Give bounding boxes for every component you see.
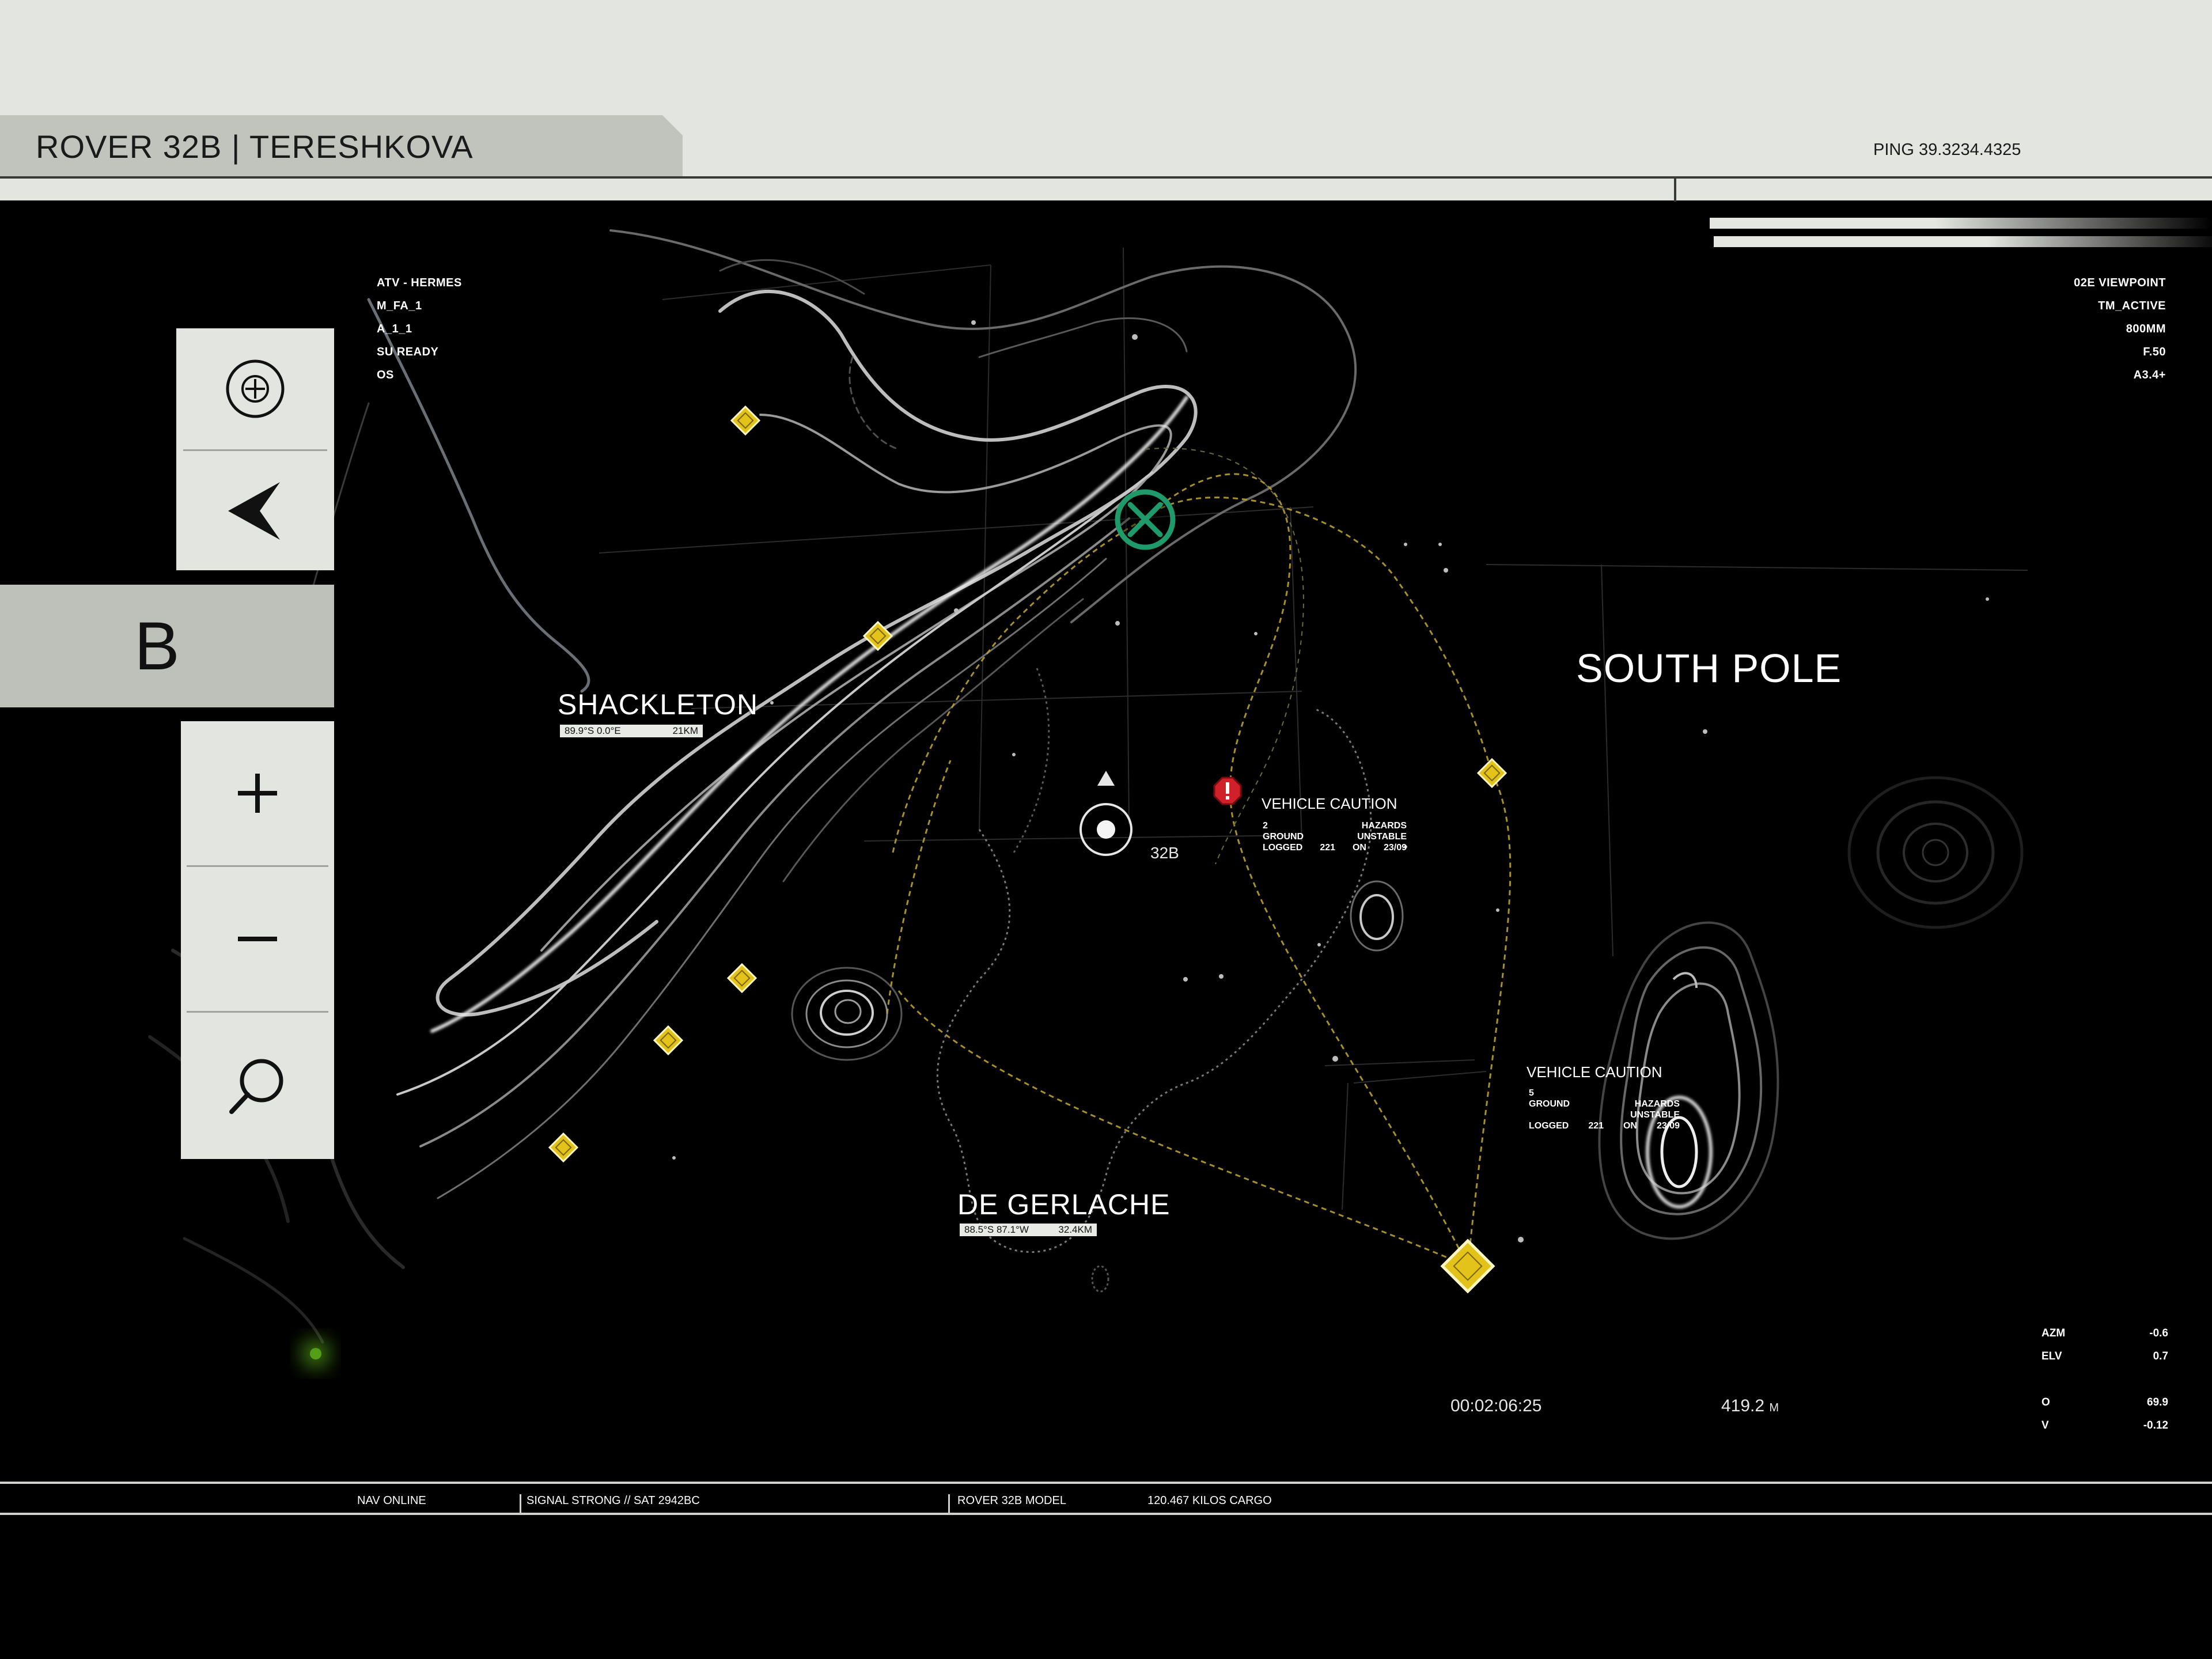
south-pole-crater [1598, 776, 2024, 1240]
caution-details: 2 HAZARDS GROUND UNSTABLE LOGGED 221 ON 23/09 [1263, 820, 1407, 853]
status-item: TM_ACTIVE [2098, 300, 2166, 312]
ping-readout: PING 39.3234.4325 [1873, 141, 2021, 159]
telemetry-value: 0.7 [2153, 1350, 2168, 1362]
place-coord-shackleton: 89.9°S 0.0°E 21KM [560, 725, 703, 737]
caution-cell: 2 [1263, 821, 1268, 831]
caution-details: 5 GROUND HAZARDS UNSTABLE LOGGED 221 ON 23/0… [1529, 1088, 1680, 1131]
gradient-bar-2 [1714, 236, 2212, 247]
search-button[interactable] [181, 1013, 334, 1159]
status-item: 02E VIEWPOINT [2074, 276, 2166, 289]
caution-title: VEHICLE CAUTION [1527, 1063, 1662, 1081]
header-divider-tick [1674, 176, 1676, 202]
coord-value: 88.5°S 87.1°W [964, 1224, 1029, 1235]
locate-button[interactable] [176, 328, 334, 449]
distance-unit: M [1769, 1402, 1779, 1414]
status-item: 800MM [2126, 323, 2166, 335]
footer-line-bottom [0, 1513, 2212, 1515]
status-item: ATV - HERMES [377, 276, 462, 289]
status-item: OS [377, 369, 394, 381]
distance-readout: 419.2 M [1721, 1396, 1779, 1416]
telemetry-label: ELV [2041, 1350, 2062, 1362]
chevron-left-icon [228, 482, 280, 540]
caution-cell: 221 [1320, 843, 1336, 853]
target-marker[interactable] [1115, 489, 1176, 550]
rover-marker[interactable] [1080, 771, 1132, 856]
top-header: ROVER 32B | TERESHKOVA PING 39.3234.4325 [0, 0, 2212, 202]
distance-value: 419.2 [1721, 1396, 1765, 1415]
nav-panel-top [176, 328, 334, 570]
caution-cell: GROUND [1529, 1099, 1570, 1109]
region-dotted-outline [936, 707, 1372, 1253]
plus-icon [238, 774, 277, 813]
zoom-panel [181, 721, 334, 1159]
coord-distance: 32.4KM [1058, 1224, 1092, 1235]
telemetry-value: -0.6 [2149, 1327, 2168, 1339]
crosshair-circle-icon [226, 359, 285, 418]
app-title: ROVER 32B | TERESHKOVA [36, 128, 474, 165]
gradient-bar-1 [1710, 218, 2212, 229]
map-dots [672, 320, 1989, 1243]
status-item: A_1_1 [377, 323, 412, 335]
caution-cell: ON [1352, 843, 1366, 853]
status-item: A3.4+ [2133, 369, 2166, 381]
telemetry-value: 69.9 [2147, 1396, 2168, 1408]
elapsed-time: 00:02:06:25 [1450, 1396, 1542, 1415]
mode-selector[interactable]: B [0, 585, 334, 707]
caution-cell: UNSTABLE [1357, 832, 1407, 842]
telemetry-value: -0.12 [2143, 1419, 2168, 1431]
caution-cell: ON [1623, 1121, 1637, 1131]
status-list-left: ATV - HERMES M_FA_1 A_1_1 SU READY OS [377, 276, 462, 392]
header-divider [0, 176, 2212, 179]
footer-cargo: 120.467 KILOS CARGO [1147, 1494, 1272, 1507]
telemetry-table: AZM -0.6 ELV 0.7 O 69.9 V -0.12 [2041, 1327, 2168, 1442]
place-coord-de-gerlache: 88.5°S 87.1°W 32.4KM [960, 1224, 1097, 1236]
status-list-right: 02E VIEWPOINT TM_ACTIVE 800MM F.50 A3.4+ [1959, 276, 2166, 392]
back-button[interactable] [176, 451, 334, 570]
rover-label: 32B [1150, 844, 1179, 862]
footer-tick [520, 1494, 521, 1514]
caution-cell: HAZARDS [1361, 821, 1407, 831]
place-label-de-gerlache[interactable]: DE GERLACHE [957, 1188, 1170, 1221]
caution-cell: GROUND [1263, 832, 1304, 842]
caution-cell: 221 [1588, 1121, 1604, 1131]
place-label-shackleton[interactable]: SHACKLETON [558, 688, 758, 721]
mode-letter-wrap: B [0, 585, 314, 707]
status-item: F.50 [2143, 346, 2166, 358]
place-label-south-pole[interactable]: SOUTH POLE [1576, 645, 1842, 691]
footer-nav-status: NAV ONLINE [357, 1494, 426, 1507]
caution-cell: LOGGED [1529, 1121, 1569, 1131]
caution-cell: 5 [1529, 1088, 1534, 1098]
caution-cell: 23/09 [1383, 843, 1407, 853]
coord-distance: 21KM [672, 725, 698, 736]
signal-blip-core [310, 1348, 321, 1359]
mode-letter: B [134, 608, 180, 684]
caution-cell: HAZARDS [1634, 1099, 1680, 1109]
caution-icon[interactable] [1213, 777, 1242, 805]
caution-cell: UNSTABLE [1630, 1110, 1680, 1120]
zoom-in-button[interactable] [181, 721, 334, 865]
footer-model: ROVER 32B MODEL [957, 1494, 1066, 1507]
footer-signal-status: SIGNAL STRONG // SAT 2942BC [527, 1494, 700, 1507]
status-item: SU READY [377, 346, 439, 358]
footer-tick [948, 1494, 950, 1514]
caution-cell: LOGGED [1263, 843, 1303, 853]
zoom-out-button[interactable] [181, 867, 334, 1011]
region-dotted-outline-2 [1013, 668, 1050, 853]
telemetry-label: AZM [2041, 1327, 2066, 1339]
route-lines [886, 473, 1512, 1267]
status-item: M_FA_1 [377, 300, 422, 312]
magnifier-icon [229, 1059, 283, 1114]
minus-icon [238, 937, 277, 941]
telemetry-label: O [2041, 1396, 2050, 1408]
map-grid [599, 247, 2028, 1210]
coord-value: 89.9°S 0.0°E [565, 725, 621, 736]
footer-line-top [0, 1482, 2212, 1484]
crater-contours [791, 880, 1404, 1293]
caution-cell: 23/09 [1656, 1121, 1680, 1131]
telemetry-label: V [2041, 1419, 2049, 1431]
caution-title: VEHICLE CAUTION [1262, 795, 1397, 812]
